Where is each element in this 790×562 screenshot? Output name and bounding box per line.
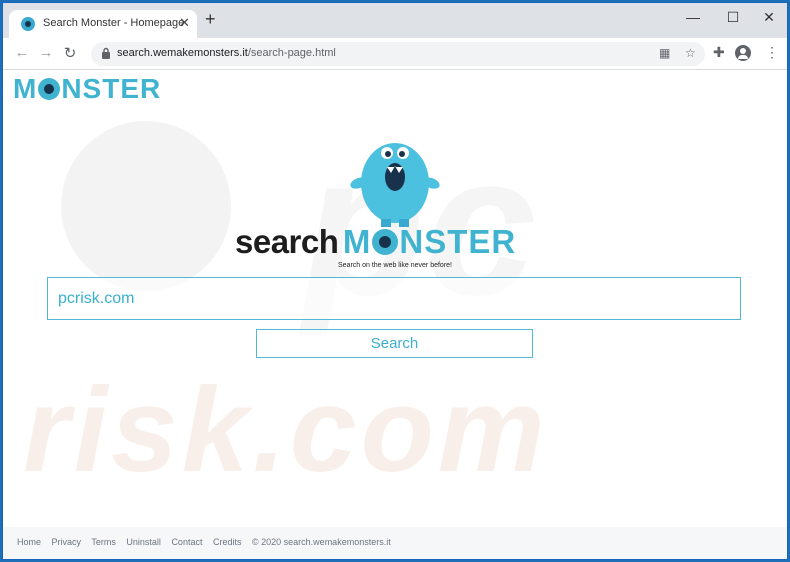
- browser-window: Search Monster - Homepage ✕ + — ☐ ✕ ← → …: [2, 2, 788, 560]
- footer-link-terms[interactable]: Terms: [91, 537, 116, 547]
- browser-toolbar: ← → ↻ search.wemakemonsters.it/search-pa…: [3, 38, 787, 70]
- new-tab-button[interactable]: +: [205, 10, 216, 28]
- footer-links: Home Privacy Terms Uninstall Contact Cre…: [17, 537, 399, 547]
- brand-logo: search M NSTER: [235, 223, 517, 260]
- extensions-icon[interactable]: ✚: [713, 44, 725, 61]
- search-button[interactable]: Search: [256, 329, 533, 358]
- footer-copyright: © 2020 search.wemakemonsters.it: [252, 537, 391, 547]
- corner-logo[interactable]: M NSTER: [13, 73, 161, 105]
- reload-button[interactable]: ↻: [61, 44, 79, 62]
- monster-mascot-icon: [350, 143, 440, 227]
- footer-link-contact[interactable]: Contact: [171, 537, 202, 547]
- bookmark-star-icon[interactable]: ☆: [685, 46, 696, 60]
- menu-icon[interactable]: ⋮: [765, 44, 779, 61]
- footer-link-uninstall[interactable]: Uninstall: [126, 537, 161, 547]
- tagline: Search on the web like never before!: [337, 262, 452, 269]
- address-bar[interactable]: search.wemakemonsters.it/search-page.htm…: [91, 42, 705, 66]
- forward-button[interactable]: →: [37, 44, 55, 61]
- tab-active[interactable]: Search Monster - Homepage ✕: [9, 10, 197, 38]
- lock-icon: [102, 47, 110, 59]
- footer-link-home[interactable]: Home: [17, 537, 41, 547]
- maximize-button[interactable]: ☐: [723, 9, 743, 26]
- watermark-text: risk.com: [23, 363, 549, 497]
- brand-eye-icon: [372, 229, 399, 255]
- search-input[interactable]: [48, 278, 740, 319]
- qr-code-icon[interactable]: ▦: [659, 46, 670, 60]
- footer-link-privacy[interactable]: Privacy: [52, 537, 82, 547]
- tab-bar: Search Monster - Homepage ✕ + — ☐ ✕: [3, 3, 787, 38]
- favicon-icon: [21, 17, 35, 31]
- search-box: [47, 277, 741, 320]
- tab-title: Search Monster - Homepage: [43, 17, 185, 29]
- profile-avatar-icon[interactable]: [735, 45, 751, 61]
- page-viewport: pc risk.com M NSTER search M NSTER Search …: [3, 71, 787, 559]
- back-button[interactable]: ←: [13, 44, 31, 61]
- footer: Home Privacy Terms Uninstall Contact Cre…: [3, 527, 787, 559]
- footer-link-credits[interactable]: Credits: [213, 537, 242, 547]
- minimize-button[interactable]: —: [683, 9, 703, 25]
- close-window-button[interactable]: ✕: [759, 9, 779, 26]
- url-text: search.wemakemonsters.it/search-page.htm…: [117, 47, 336, 59]
- logo-eye-icon: [38, 78, 61, 100]
- tab-close-icon[interactable]: ✕: [179, 15, 190, 31]
